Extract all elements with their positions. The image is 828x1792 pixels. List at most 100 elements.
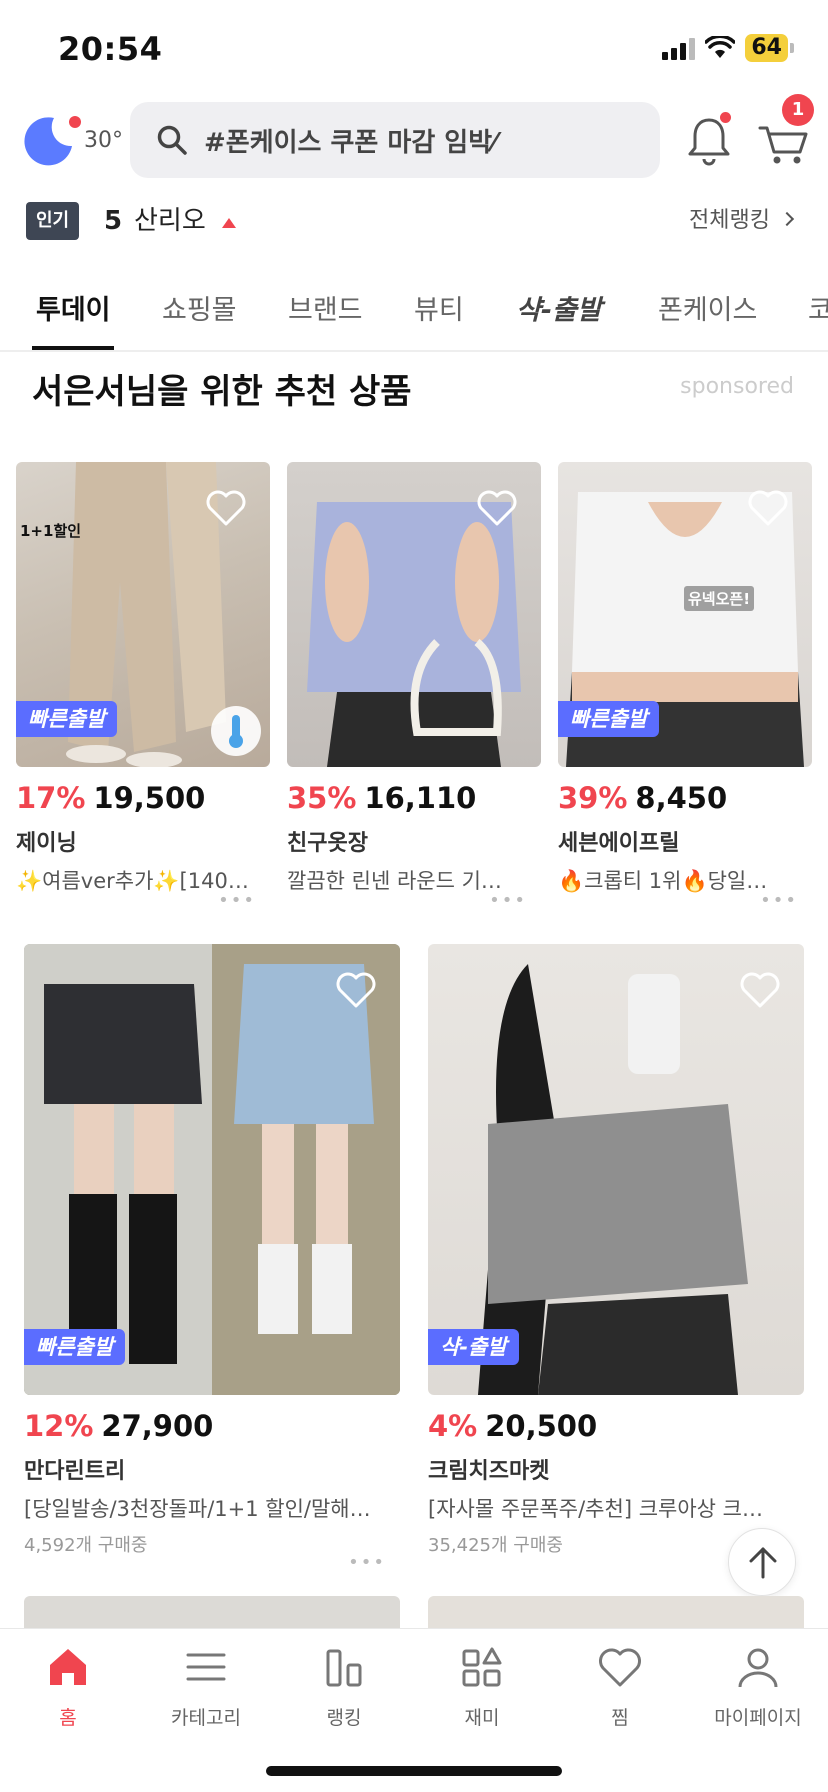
battery-icon: 64 [745,34,794,62]
cart-count-badge: 1 [782,94,814,126]
menu-icon [186,1653,226,1681]
popular-ranking-ticker[interactable]: 인기 5 산리오 전체랭킹 [0,198,828,244]
product-image[interactable]: 샥-출발 [428,944,804,1395]
user-icon [738,1648,778,1688]
weather-widget[interactable]: 30° [20,108,130,172]
tab-more[interactable]: 코 [808,288,828,327]
rank-up-icon [222,218,236,228]
search-input[interactable]: #폰케이스 쿠폰 마감 임박⁄ [130,102,660,178]
signal-icon [662,36,696,60]
category-tabs: 투데이 쇼핑몰 브랜드 뷰티 샥-출발 폰케이스 코 [0,270,828,352]
arrow-up-icon [749,1547,777,1579]
product-card[interactable]: 35% 16,110 친구옷장 깔끔한 린넨 라운드 기… ••• [287,462,541,911]
notification-bell[interactable] [685,112,733,168]
scroll-top-button[interactable] [728,1528,796,1596]
shop-name: 제이닝 [16,831,77,856]
product-image[interactable] [287,462,541,767]
tab-phonecase[interactable]: 폰케이스 [658,288,757,327]
heart-icon[interactable] [477,490,517,526]
nav-label: 카테고리 [171,1707,241,1729]
search-placeholder: #폰케이스 쿠폰 마감 임박⁄ [204,127,497,158]
nav-ranking[interactable]: 랭킹 [284,1643,404,1730]
more-options-icon[interactable]: ••• [348,1552,386,1573]
nav-label: 홈 [59,1707,77,1729]
price: 27,900 [101,1409,214,1443]
price: 20,500 [485,1409,598,1443]
chevron-right-icon [779,211,795,227]
product-image[interactable]: 빠른출발 [24,944,400,1395]
nav-mypage[interactable]: 마이페이지 [698,1643,818,1730]
discount-rate: 39% [558,781,628,815]
wifi-icon [705,36,736,58]
home-icon [50,1649,86,1685]
discount-rate: 12% [24,1409,94,1443]
product-image[interactable]: 1+1할인 빠른출발 [16,462,270,767]
thermometer-icon [211,706,261,756]
more-options-icon[interactable]: ••• [489,890,527,911]
ranking-icon [326,1649,362,1687]
more-options-icon[interactable]: ••• [218,890,256,911]
home-indicator [266,1766,562,1776]
sponsored-label: sponsored [680,374,794,399]
nav-label: 찜 [611,1707,629,1729]
popular-badge: 인기 [26,202,80,240]
full-ranking-link[interactable]: 전체랭킹 [689,202,770,240]
fast-delivery-badge: 빠른출발 [16,701,118,737]
moon-icon [24,117,72,166]
tab-beauty[interactable]: 뷰티 [414,288,464,327]
product-image[interactable]: 유넥오픈! 빠른출발 [558,462,812,767]
shapes-icon [462,1647,502,1687]
shop-name: 세븐에이프릴 [558,831,680,856]
nav-fun[interactable]: 재미 [422,1643,542,1730]
promo-note: 유넥오픈! [684,586,755,611]
buying-count: 4,592개 구매중 [24,1535,148,1556]
nav-home[interactable]: 홈 [8,1643,128,1730]
price: 16,110 [364,781,477,815]
tab-shoppingmall[interactable]: 쇼핑몰 [162,288,237,327]
product-card[interactable]: 1+1할인 빠른출발 17% 19,500 제이닝 ✨여름ver추가✨[140…… [16,462,270,911]
product-card[interactable]: 유넥오픈! 빠른출발 39% 8,450 세븐에이프릴 🔥크롭티 1위🔥당일… … [558,462,812,911]
ranking-keyword: 산리오 [134,206,206,236]
status-icons: 64 [662,34,794,62]
tab-today[interactable]: 투데이 [36,288,111,327]
status-time: 20:54 [58,30,163,68]
shaak-delivery-badge: 샥-출발 [428,1329,519,1365]
search-icon [157,125,187,155]
product-card[interactable]: 샥-출발 4% 20,500 크림치즈마켓 [자사몰 주문폭주/추천] 크루아상… [428,944,804,1557]
weather-dot [69,116,81,128]
nav-wishlist[interactable]: 찜 [560,1643,680,1730]
ranking-number: 5 [104,206,123,236]
fast-delivery-badge: 빠른출발 [558,701,660,737]
shop-name: 친구옷장 [287,831,368,856]
battery-level: 64 [745,34,788,62]
discount-rate: 35% [287,781,357,815]
status-bar: 20:54 64 [0,0,828,100]
heart-icon[interactable] [336,972,376,1008]
temperature: 30° [84,127,123,153]
nav-label: 랭킹 [326,1707,362,1729]
heart-icon [599,1648,641,1687]
more-options-icon[interactable]: ••• [760,890,798,911]
nav-label: 재미 [464,1707,500,1729]
discount-rate: 17% [16,781,86,815]
product-card[interactable]: 빠른출발 12% 27,900 만다린트리 [당일발송/3천장돌파/1+1 할인… [24,944,400,1573]
discount-rate: 4% [428,1409,478,1443]
heart-icon[interactable] [206,490,246,526]
heart-icon[interactable] [740,972,780,1008]
nav-label: 마이페이지 [714,1707,802,1729]
notification-dot [720,112,731,123]
product-description: [자사몰 주문폭주/추천] 크루아상 크… [428,1497,763,1521]
shop-name: 크림치즈마켓 [428,1459,550,1484]
heart-icon[interactable] [748,490,788,526]
nav-category[interactable]: 카테고리 [146,1643,266,1730]
price: 19,500 [93,781,206,815]
product-illustration [24,944,400,1395]
tab-brand[interactable]: 브랜드 [288,288,363,327]
promo-note: 1+1할인 [20,522,82,540]
product-description: [당일발송/3천장돌파/1+1 할인/말해… [24,1497,371,1521]
shop-name: 만다린트리 [24,1459,126,1484]
header: 30° #폰케이스 쿠폰 마감 임박⁄ 1 [0,94,828,180]
active-tab-indicator [32,346,114,350]
product-illustration [478,964,748,1395]
tab-fast-delivery[interactable]: 샥-출발 [516,288,602,327]
